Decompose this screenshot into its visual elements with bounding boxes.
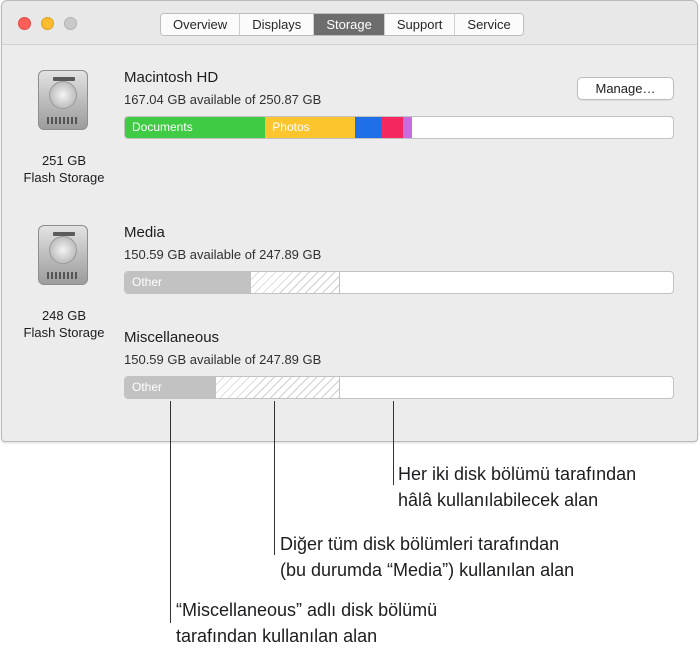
disk-type-label: Flash Storage [23,170,105,185]
callout-miscellaneous-text: “Miscellaneous” adlı disk bölümü tarafın… [176,597,437,649]
callout-available-text: Her iki disk bölümü tarafından hâlâ kull… [398,461,636,513]
volume-available: 167.04 GB available of 250.87 GB [124,92,322,107]
volume-name: Miscellaneous [124,329,220,346]
tab-bar: Overview Displays Storage Support Servic… [160,13,524,36]
disk-type-label: Flash Storage [23,325,105,340]
callout-line1: Diğer tüm disk bölümleri tarafından [280,534,560,554]
storage-usage-bar: Other [124,376,674,399]
storage-panel: 251 GB Flash Storage Macintosh HD 167.04… [2,46,697,441]
about-this-mac-window: Overview Displays Storage Support Servic… [1,0,698,442]
title-bar: Overview Displays Storage Support Servic… [2,1,697,45]
tab-overview[interactable]: Overview [161,14,241,35]
volume-available: 150.59 GB available of 247.89 GB [124,352,322,367]
disk-size-label: 248 GB [41,308,87,323]
callout-other-partitions-text: Diğer tüm disk bölümleri tarafından (bu … [280,531,574,583]
volume-name: Media [124,224,165,241]
callout-line2: tarafından kullanılan alan [176,626,378,646]
hard-drive-icon [32,68,94,136]
volume-available: 150.59 GB available of 247.89 GB [124,247,322,262]
storage-usage-bar: Documents Photos [124,116,674,139]
tab-support[interactable]: Support [384,14,456,35]
tab-storage[interactable]: Storage [314,14,385,35]
callout-line-miscellaneous [170,401,171,623]
hard-drive-icon [32,223,94,291]
callout-line-available [393,401,394,485]
minimize-button[interactable] [41,17,54,30]
bar-segment-other-partitions [250,272,341,293]
bar-segment-other-partitions [214,377,341,398]
tab-displays[interactable]: Displays [240,14,315,35]
callout-line-other-partitions [274,401,275,555]
bar-segment [402,117,413,138]
callout-line1: Her iki disk bölümü tarafından [398,464,637,484]
callout-line2: (bu durumda “Media”) kullanılan alan [280,560,575,580]
volume-name: Macintosh HD [124,69,219,86]
bar-segment: Photos [265,117,356,138]
callout-line2: hâlâ kullanılabilecek alan [398,490,599,510]
callout-line1: “Miscellaneous” adlı disk bölümü [176,600,438,620]
disk-size-label: 251 GB [41,153,87,168]
bar-segment: Other [125,272,251,293]
zoom-button[interactable] [64,17,77,30]
storage-usage-bar: Other [124,271,674,294]
bar-segment: Documents [125,117,266,138]
manage-button[interactable]: Manage… [577,77,674,100]
bar-segment [355,117,381,138]
bar-segment [380,117,403,138]
bar-segment: Other [125,377,215,398]
close-button[interactable] [18,17,31,30]
tab-service[interactable]: Service [455,14,523,35]
